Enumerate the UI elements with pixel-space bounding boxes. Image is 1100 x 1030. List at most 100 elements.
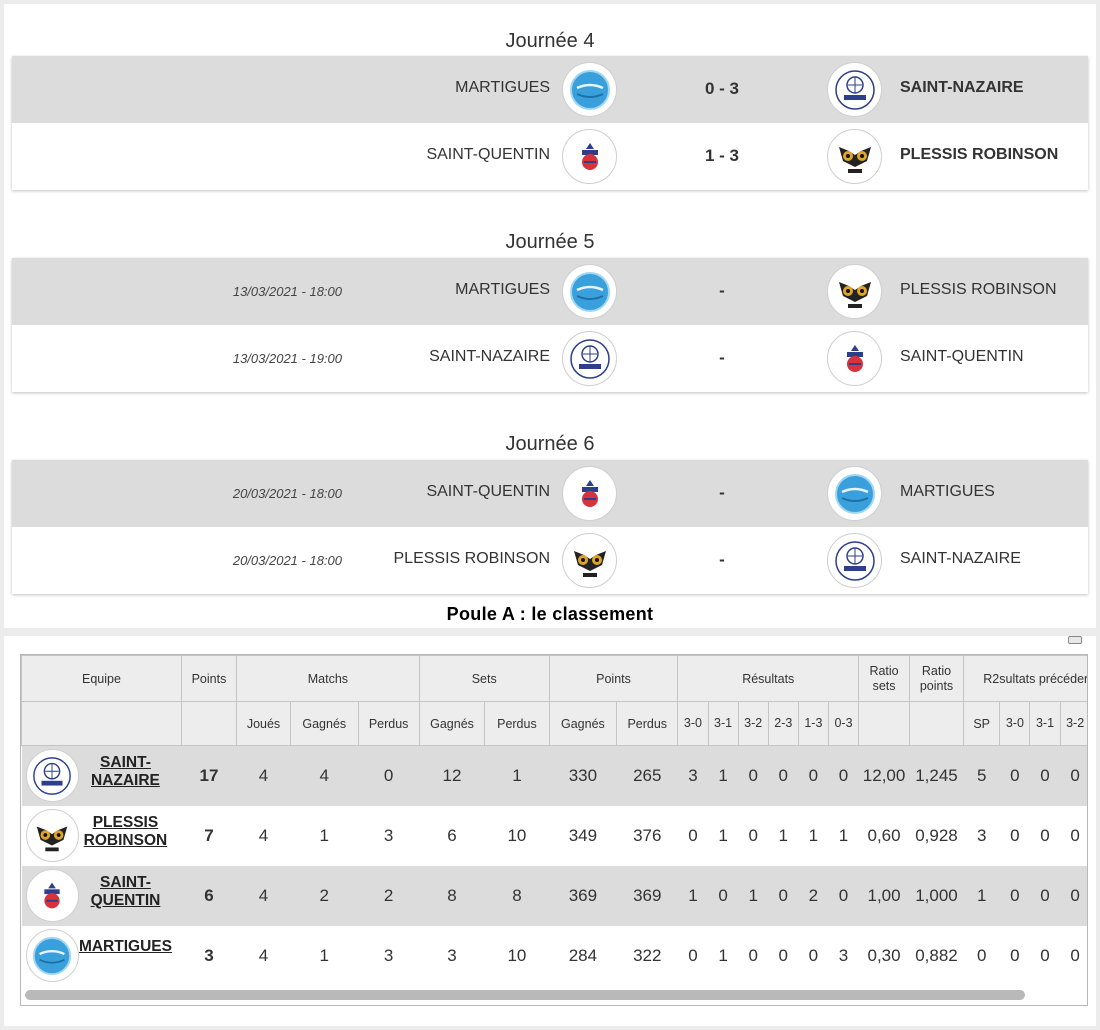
col-header-equipe[interactable]: Equipe (21, 655, 182, 702)
away-team-name: SAINT-QUENTIN (900, 348, 1024, 365)
col-header-res-3-0[interactable]: 3-0 (677, 701, 709, 746)
stat-cell: 1,000 (909, 866, 964, 926)
stat-cell: 1 (963, 866, 1000, 926)
team-points: 7 (181, 806, 237, 866)
col-subheader-empty (858, 701, 910, 746)
col-header-points[interactable]: Points (180, 655, 238, 702)
stat-cell: 1,245 (909, 745, 964, 806)
match-score: 1 - 3 (704, 146, 740, 165)
stat-cell: 1 (768, 806, 799, 866)
stat-cell: 0,928 (909, 806, 964, 866)
stat-cell: 0 (999, 745, 1030, 806)
col-header-res-1-3[interactable]: 1-3 (797, 701, 829, 746)
col-header-res-0-3[interactable]: 0-3 (827, 701, 860, 746)
ranking-title: Poule A : le classement (446, 604, 654, 624)
stat-cell: 8 (484, 866, 550, 926)
saint-quentin-logo (25, 869, 79, 922)
home-team-name: SAINT-QUENTIN (426, 146, 550, 163)
stat-cell: 0 (677, 926, 709, 986)
col-header-matchs-joues[interactable]: Joués (236, 701, 291, 746)
stat-cell: 349 (549, 806, 617, 866)
stat-cell: 0 (1029, 866, 1061, 926)
col-header-prec-3-1[interactable]: 3-1 (1029, 701, 1061, 746)
col-header-ratio-sets[interactable]: Ratio sets (858, 655, 910, 702)
col-header-points-perdus[interactable]: Perdus (616, 701, 679, 746)
team-cell: PLESSIS ROBINSON (21, 806, 182, 866)
col-header-prec-3-2[interactable]: 3-2 (1059, 701, 1087, 746)
col-header-sets-perdus[interactable]: Perdus (484, 701, 550, 746)
stat-cell: 2 (290, 866, 358, 926)
saint-nazaire-logo (827, 62, 882, 117)
stat-cell: 2 (358, 866, 420, 926)
stat-cell: 0 (1029, 806, 1061, 866)
stat-cell: 0,882 (909, 926, 964, 986)
match-row[interactable]: MARTIGUES 0 - 3 SAINT-NAZAIRE (12, 56, 1088, 123)
plessis-robinson-logo (827, 129, 882, 184)
stat-cell: 1 (708, 745, 739, 806)
stat-cell: 3 (419, 926, 485, 986)
stat-cell: 1 (708, 926, 739, 986)
stat-cell: 0 (677, 806, 709, 866)
team-cell: SAINT-QUENTIN (21, 866, 182, 926)
stat-cell: 8 (419, 866, 485, 926)
match-row[interactable]: 13/03/2021 - 18:00 MARTIGUES - PLESSIS R… (12, 258, 1088, 325)
stat-cell: 1 (290, 806, 358, 866)
match-score: - (719, 348, 725, 367)
martigues-logo (562, 264, 617, 319)
col-header-matchs-perdus[interactable]: Perdus (357, 701, 420, 746)
stat-cell: 0 (828, 745, 859, 806)
match-row[interactable]: SAINT-QUENTIN 1 - 3 PLESSIS ROBINSON (12, 123, 1088, 190)
stat-cell: 0 (358, 745, 420, 806)
journee-matches: 20/03/2021 - 18:00 SAINT-QUENTIN - MARTI… (12, 460, 1088, 594)
home-team-name: MARTIGUES (455, 281, 550, 298)
resize-icon[interactable] (1068, 636, 1082, 644)
home-team-name: SAINT-QUENTIN (426, 483, 550, 500)
stat-cell: 0 (738, 745, 769, 806)
col-header-res-3-1[interactable]: 3-1 (707, 701, 739, 746)
stat-cell: 0 (1060, 926, 1087, 986)
stat-cell: 1 (290, 926, 358, 986)
stat-cell: 12 (419, 745, 485, 806)
stat-cell: 3 (677, 745, 709, 806)
team-points: 3 (181, 926, 237, 986)
ranking-row: MARTIGUES 3 4 1 3 3 10 284 322 0 1 0 0 0 3 0,30 0,882 0 0 0… (21, 926, 1087, 986)
col-header-prec-sp[interactable]: SP (962, 701, 1001, 746)
away-team-name: PLESSIS ROBINSON (900, 281, 1057, 298)
stat-cell: 3 (828, 926, 859, 986)
stat-cell: 0 (828, 866, 859, 926)
match-score: - (719, 550, 725, 569)
ranking-table: Equipe Points Matchs Sets Points Résulta… (21, 655, 1087, 986)
stat-cell: 0 (1060, 745, 1087, 806)
col-subheader-empty (909, 701, 964, 746)
col-header-prec-3-0[interactable]: 3-0 (999, 701, 1031, 746)
match-row[interactable]: 20/03/2021 - 18:00 PLESSIS ROBINSON - SA… (12, 527, 1088, 594)
col-header-matchs-gagnes[interactable]: Gagnés (290, 701, 359, 746)
match-row[interactable]: 20/03/2021 - 18:00 SAINT-QUENTIN - MARTI… (12, 460, 1088, 527)
team-link[interactable]: MARTIGUES (75, 938, 175, 956)
col-header-sets-gagnes[interactable]: Gagnés (418, 701, 486, 746)
stat-cell: 0 (999, 926, 1030, 986)
col-header-points-gagnes[interactable]: Gagnés (548, 701, 618, 746)
team-link[interactable]: PLESSIS ROBINSON (75, 814, 175, 850)
col-header-matchs: Matchs (236, 655, 420, 702)
team-link[interactable]: SAINT-QUENTIN (75, 874, 175, 910)
horizontal-scrollbar[interactable] (25, 990, 1025, 1000)
stat-cell: 0 (738, 926, 769, 986)
stat-cell: 12,00 (858, 745, 910, 806)
stat-cell: 0 (1060, 806, 1087, 866)
match-date: 20/03/2021 - 18:00 (232, 486, 342, 501)
stat-cell: 4 (236, 926, 291, 986)
stat-cell: 376 (616, 806, 678, 866)
match-row[interactable]: 13/03/2021 - 19:00 SAINT-NAZAIRE - SAINT… (12, 325, 1088, 392)
team-points: 17 (181, 745, 237, 806)
col-header-res-3-2[interactable]: 3-2 (737, 701, 769, 746)
ranking-table-frame[interactable]: Equipe Points Matchs Sets Points Résulta… (20, 654, 1088, 1006)
stat-cell: 5 (963, 745, 1000, 806)
col-header-ratio-points[interactable]: Ratio points (909, 655, 964, 702)
team-link[interactable]: SAINT-NAZAIRE (75, 754, 175, 790)
col-header-res-2-3[interactable]: 2-3 (767, 701, 799, 746)
away-team-name: MARTIGUES (900, 483, 995, 500)
martigues-logo (562, 62, 617, 117)
match-date: 13/03/2021 - 19:00 (232, 351, 342, 366)
journee-matches: 13/03/2021 - 18:00 MARTIGUES - PLESSIS R… (12, 258, 1088, 392)
